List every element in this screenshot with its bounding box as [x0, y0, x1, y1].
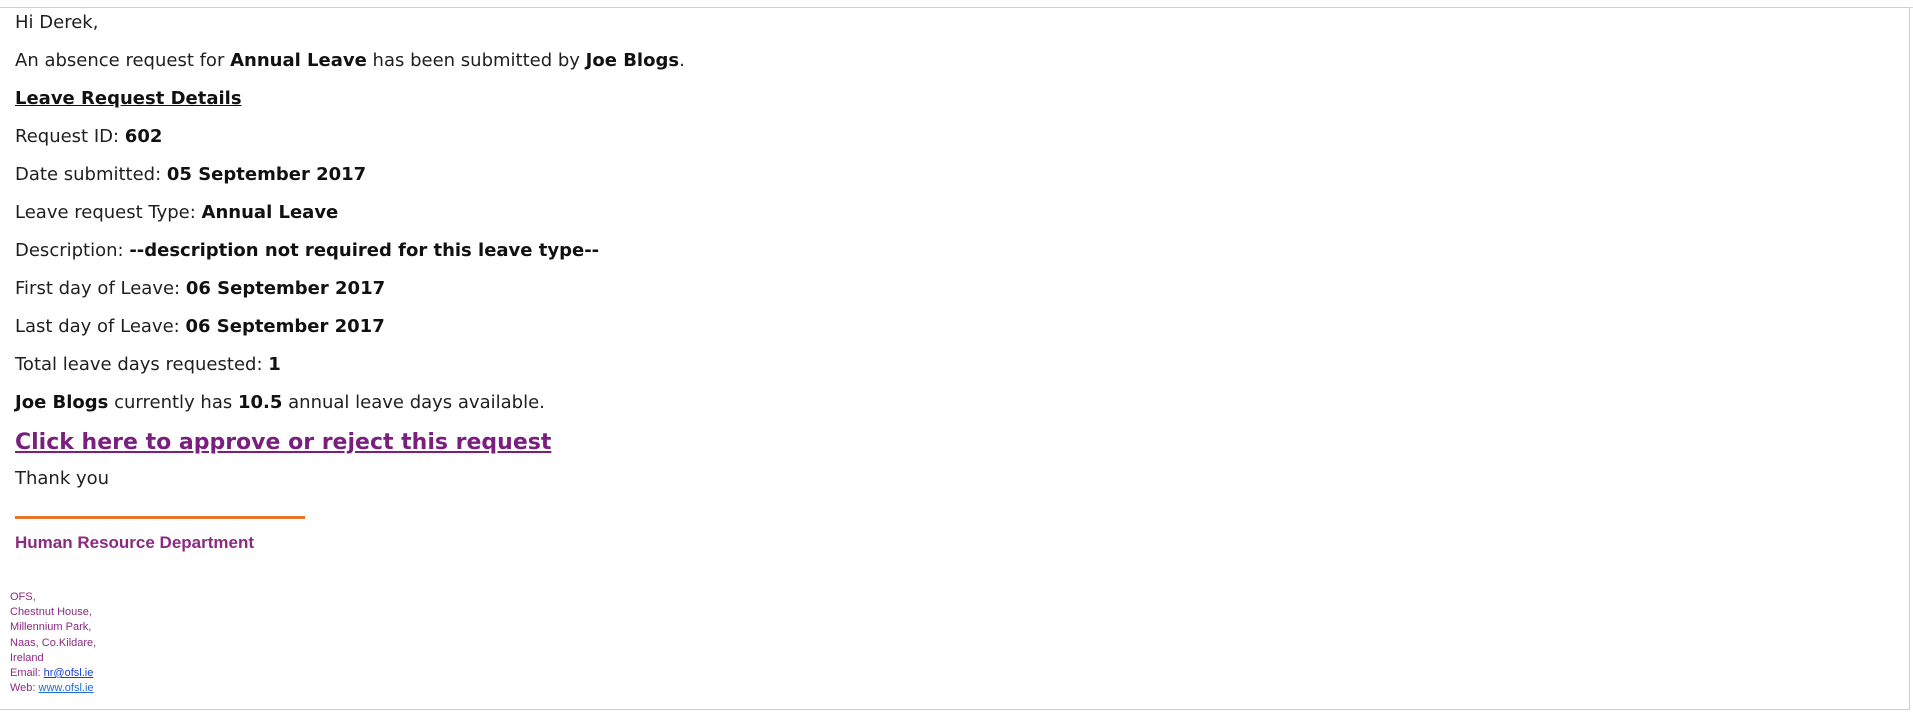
- detail-description: Description: --description not required …: [15, 240, 685, 262]
- details-heading: Leave Request Details: [15, 88, 242, 109]
- detail-first-day: First day of Leave: 06 September 2017: [15, 278, 685, 300]
- signature-address: OFS, Chestnut House, Millennium Park, Na…: [10, 590, 96, 696]
- intro-employee: Joe Blogs: [585, 50, 680, 71]
- balance-employee: Joe Blogs: [15, 392, 109, 413]
- detail-label: Total leave days requested:: [15, 354, 269, 375]
- detail-label: Description:: [15, 240, 130, 261]
- address-line: Chestnut House,: [10, 606, 92, 619]
- detail-value: 602: [124, 126, 163, 147]
- signature-department: Human Resource Department: [15, 533, 255, 552]
- address-line: OFS,: [10, 591, 36, 603]
- email-content: Hi Derek, An absence request for Annual …: [15, 12, 685, 567]
- detail-value: 06 September 2017: [185, 316, 385, 337]
- detail-leave-type: Leave request Type: Annual Leave: [15, 202, 685, 224]
- detail-label: First day of Leave:: [15, 278, 186, 299]
- greeting: Hi Derek,: [15, 12, 99, 33]
- detail-label: Date submitted:: [15, 164, 167, 185]
- address-line: Naas, Co.Kildare,: [10, 636, 97, 649]
- intro-line: An absence request for Annual Leave has …: [15, 50, 685, 72]
- web-line: Web: www.ofsl.ie: [10, 681, 96, 696]
- detail-value: Annual Leave: [201, 202, 339, 223]
- address-line: Millennium Park,: [10, 621, 92, 634]
- intro-middle: has been submitted by: [366, 50, 586, 71]
- detail-label: Leave request Type:: [15, 202, 202, 223]
- balance-suffix: annual leave days available.: [282, 392, 545, 413]
- web-link[interactable]: www.ofsl.ie: [39, 682, 94, 694]
- web-label: Web:: [10, 682, 39, 695]
- detail-last-day: Last day of Leave: 06 September 2017: [15, 316, 685, 338]
- detail-value: 1: [268, 354, 281, 375]
- email-label: Email:: [10, 667, 44, 680]
- balance-middle: currently has: [108, 392, 238, 413]
- email-line: Email: hr@ofsl.ie: [10, 666, 96, 681]
- detail-value: 06 September 2017: [185, 278, 386, 299]
- balance-line: Joe Blogs currently has 10.5 annual leav…: [15, 392, 685, 414]
- detail-date-submitted: Date submitted: 05 September 2017: [15, 164, 685, 186]
- detail-label: Last day of Leave:: [15, 316, 186, 337]
- balance-days: 10.5: [237, 392, 283, 413]
- signature-divider: [15, 516, 305, 519]
- thanks: Thank you: [15, 468, 110, 489]
- detail-label: Request ID:: [15, 126, 125, 147]
- intro-suffix: .: [679, 50, 685, 71]
- intro-prefix: An absence request for: [15, 50, 231, 71]
- detail-value: --description not required for this leav…: [129, 240, 600, 261]
- address-line: Ireland: [10, 651, 44, 664]
- intro-leave-type: Annual Leave: [230, 50, 367, 71]
- detail-request-id: Request ID: 602: [15, 126, 685, 148]
- email-link[interactable]: hr@ofsl.ie: [44, 667, 94, 679]
- detail-value: 05 September 2017: [166, 164, 367, 185]
- detail-total-days: Total leave days requested: 1: [15, 354, 685, 376]
- approve-reject-link[interactable]: Click here to approve or reject this req…: [15, 430, 685, 456]
